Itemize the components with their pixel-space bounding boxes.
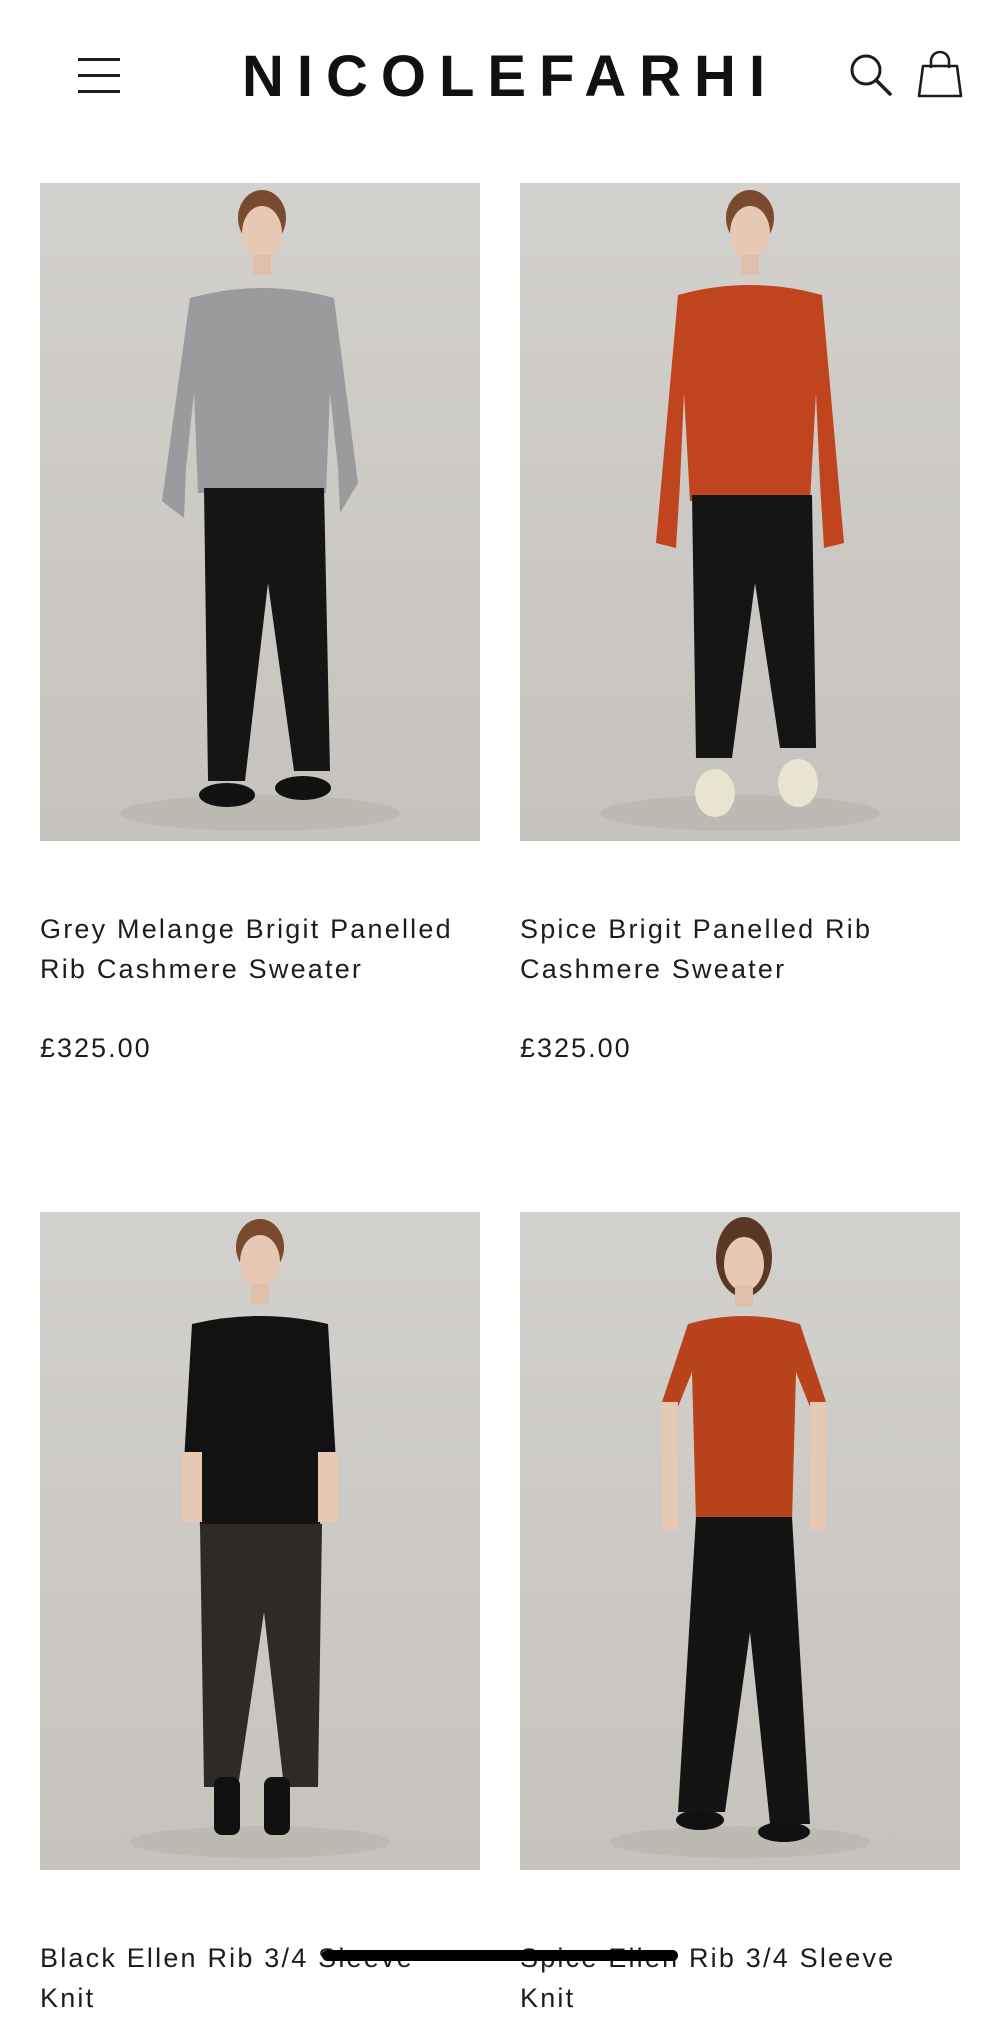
- product-image[interactable]: [40, 183, 480, 841]
- knit-top-shape: [662, 1316, 826, 1522]
- product-image[interactable]: [520, 183, 960, 841]
- product-image[interactable]: [520, 1212, 960, 1870]
- model-photo: [610, 1217, 870, 1858]
- product-name[interactable]: Grey Melange Brigit Panelled Rib Cashmer…: [40, 909, 470, 989]
- model-photo: [600, 190, 880, 831]
- search-icon[interactable]: [848, 52, 894, 98]
- trousers-shape: [692, 495, 816, 758]
- shopping-bag-icon[interactable]: [917, 50, 963, 100]
- home-indicator[interactable]: [322, 1950, 678, 1961]
- knit-top-shape: [184, 1316, 336, 1527]
- trousers-shape: [200, 1524, 322, 1787]
- brand-logo[interactable]: NICOLEFARHI: [200, 42, 820, 112]
- hamburger-menu-icon[interactable]: [78, 58, 122, 94]
- product-image[interactable]: [40, 1212, 480, 1870]
- product-price: £325.00: [40, 1033, 152, 1063]
- trousers-shape: [204, 488, 330, 781]
- trousers-shape: [678, 1517, 810, 1824]
- site-header: NICOLEFARHI: [0, 0, 1000, 150]
- sweater-shape: [162, 288, 358, 518]
- product-price: £325.00: [520, 1033, 632, 1063]
- model-photo: [120, 190, 400, 831]
- product-name[interactable]: Spice Brigit Panelled Rib Cashmere Sweat…: [520, 909, 950, 989]
- model-photo: [130, 1219, 390, 1858]
